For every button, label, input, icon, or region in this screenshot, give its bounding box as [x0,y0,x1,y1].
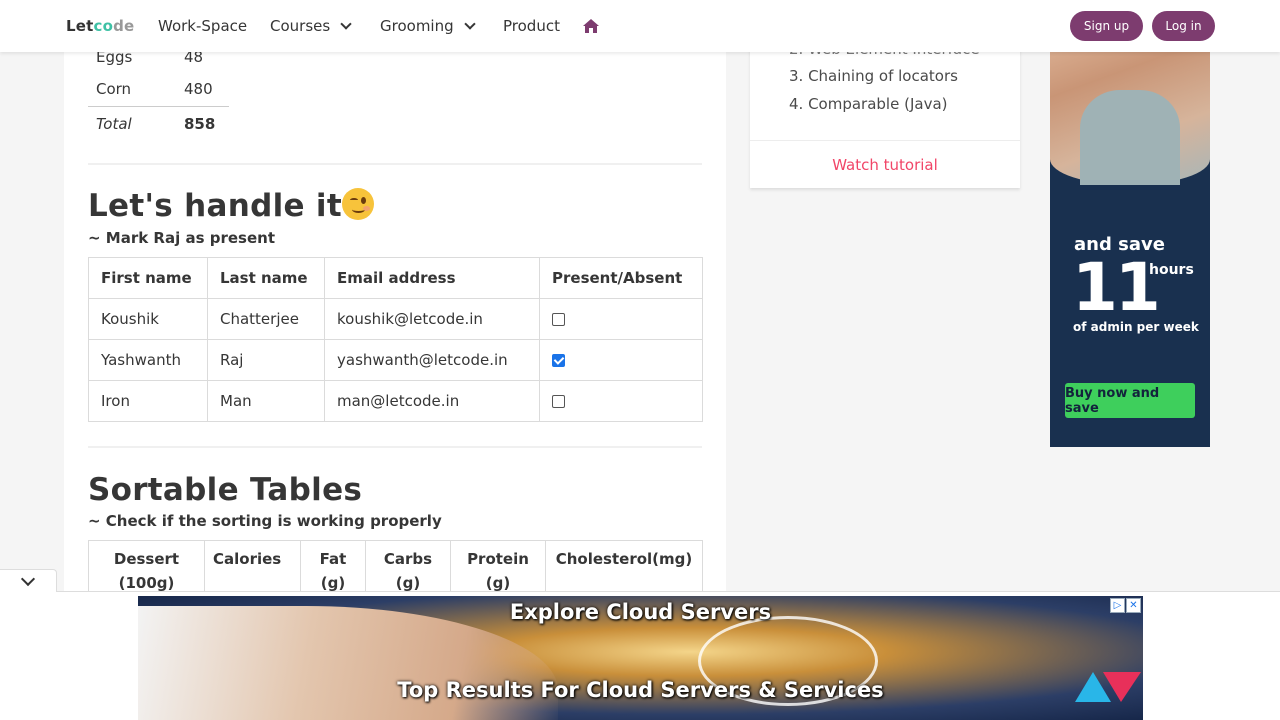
nav-item-label: Grooming [380,17,454,35]
letcode-logo[interactable]: Letcode [66,17,134,35]
first-name-cell: Iron [88,380,208,422]
total-label: Total [88,105,176,141]
header-line: Cholesterol(mg) [555,550,693,568]
nav-item-label: Courses [270,17,331,35]
nav-item-grooming[interactable]: Grooming [380,17,476,35]
logo-part: c [93,17,103,35]
ad-admin-text: of admin per week [1073,320,1199,334]
first-name-cell: Yashwanth [88,339,208,381]
logo-part: o [102,17,114,35]
logo-part: Let [66,17,94,35]
attendance-table: First name Last name Email address Prese… [88,257,703,422]
section-title-handle: Let's handle it [88,187,374,224]
close-icon[interactable]: ✕ [1126,598,1141,613]
food-name: Corn [96,80,132,99]
wink-emoji-icon [341,187,374,220]
header-line: Fat [319,550,347,568]
watch-tutorial-link[interactable]: Watch tutorial [750,140,1020,188]
present-checkbox[interactable] [552,313,565,326]
section-title-sortable: Sortable Tables [88,472,363,508]
chevron-down-icon [463,18,476,30]
email-cell: koushik@letcode.in [324,298,540,340]
top-navbar: Letcode Work-Space Courses Grooming Prod… [0,0,1280,52]
home-icon[interactable] [582,18,600,34]
ad-controls: ▷ ✕ [1110,598,1141,613]
section-subtitle: ~ Mark Raj as present [88,229,276,247]
section-subtitle: ~ Check if the sorting is working proper… [88,512,442,530]
table-row: Yashwanth Raj yashwanth@letcode.in [88,339,703,381]
present-cell [539,380,703,422]
header-email: Email address [324,257,540,299]
table-row: Corn 480 [88,73,229,106]
log-in-button[interactable]: Log in [1152,11,1215,41]
section-title-text: Let's handle it [88,188,342,224]
sign-up-button[interactable]: Sign up [1070,11,1143,41]
table-row: Koushik Chatterjee koushik@letcode.in [88,298,703,340]
header-last-name: Last name [207,257,325,299]
total-row: Total 858 [88,105,229,141]
nav-item-workspace[interactable]: Work-Space [158,17,247,35]
last-name-cell: Man [207,380,325,422]
present-cell [539,339,703,381]
table-row: Iron Man man@letcode.in [88,380,703,422]
side-list-item: 4. Comparable (Java) [789,95,948,113]
header-line: Calories [213,550,282,568]
logo-part: de [113,17,135,35]
food-value: 480 [184,80,213,99]
ad-headline: Explore Cloud Servers [509,600,772,624]
first-name-cell: Koushik [88,298,208,340]
ad-info-icon[interactable]: ▷ [1110,598,1125,613]
chevron-down-icon [340,18,352,30]
ad-hours-text: hours [1149,262,1194,278]
present-checkbox[interactable] [552,395,565,408]
side-advertisement[interactable]: and save 11 hours of admin per week Buy … [1050,0,1210,447]
chevron-down-icon [20,571,36,586]
header-present: Present/Absent [539,257,703,299]
collapse-ad-button[interactable] [0,569,57,592]
ad-number: 11 [1072,249,1161,326]
ad-subheadline: Top Results For Cloud Servers & Services [397,678,884,702]
nav-item-label: Product [503,17,560,35]
ad-buy-button[interactable]: Buy now and save [1065,383,1195,418]
table-header-row: First name Last name Email address Prese… [88,257,703,299]
last-name-cell: Chatterjee [207,298,325,340]
ad-brand-logo-icon [1075,672,1141,702]
side-list-item: 3. Chaining of locators [789,67,958,85]
nav-item-label: Work-Space [158,17,248,35]
header-line: Carbs [383,550,433,568]
nav-item-product[interactable]: Product [503,17,560,35]
header-line: Dessert [113,550,180,568]
section-divider [88,163,702,165]
total-value: 858 [176,105,229,141]
email-cell: man@letcode.in [324,380,540,422]
section-divider [88,446,702,448]
food-table: Eggs 48 Corn 480 Total 858 [88,40,229,141]
bottom-advertisement[interactable]: Explore Cloud Servers Top Results For Cl… [138,596,1143,720]
nav-item-courses[interactable]: Courses [270,17,352,35]
last-name-cell: Raj [207,339,325,381]
email-cell: yashwanth@letcode.in [324,339,540,381]
header-first-name: First name [88,257,208,299]
present-checkbox[interactable] [552,354,565,367]
present-cell [539,298,703,340]
header-line: Protein [467,550,529,568]
